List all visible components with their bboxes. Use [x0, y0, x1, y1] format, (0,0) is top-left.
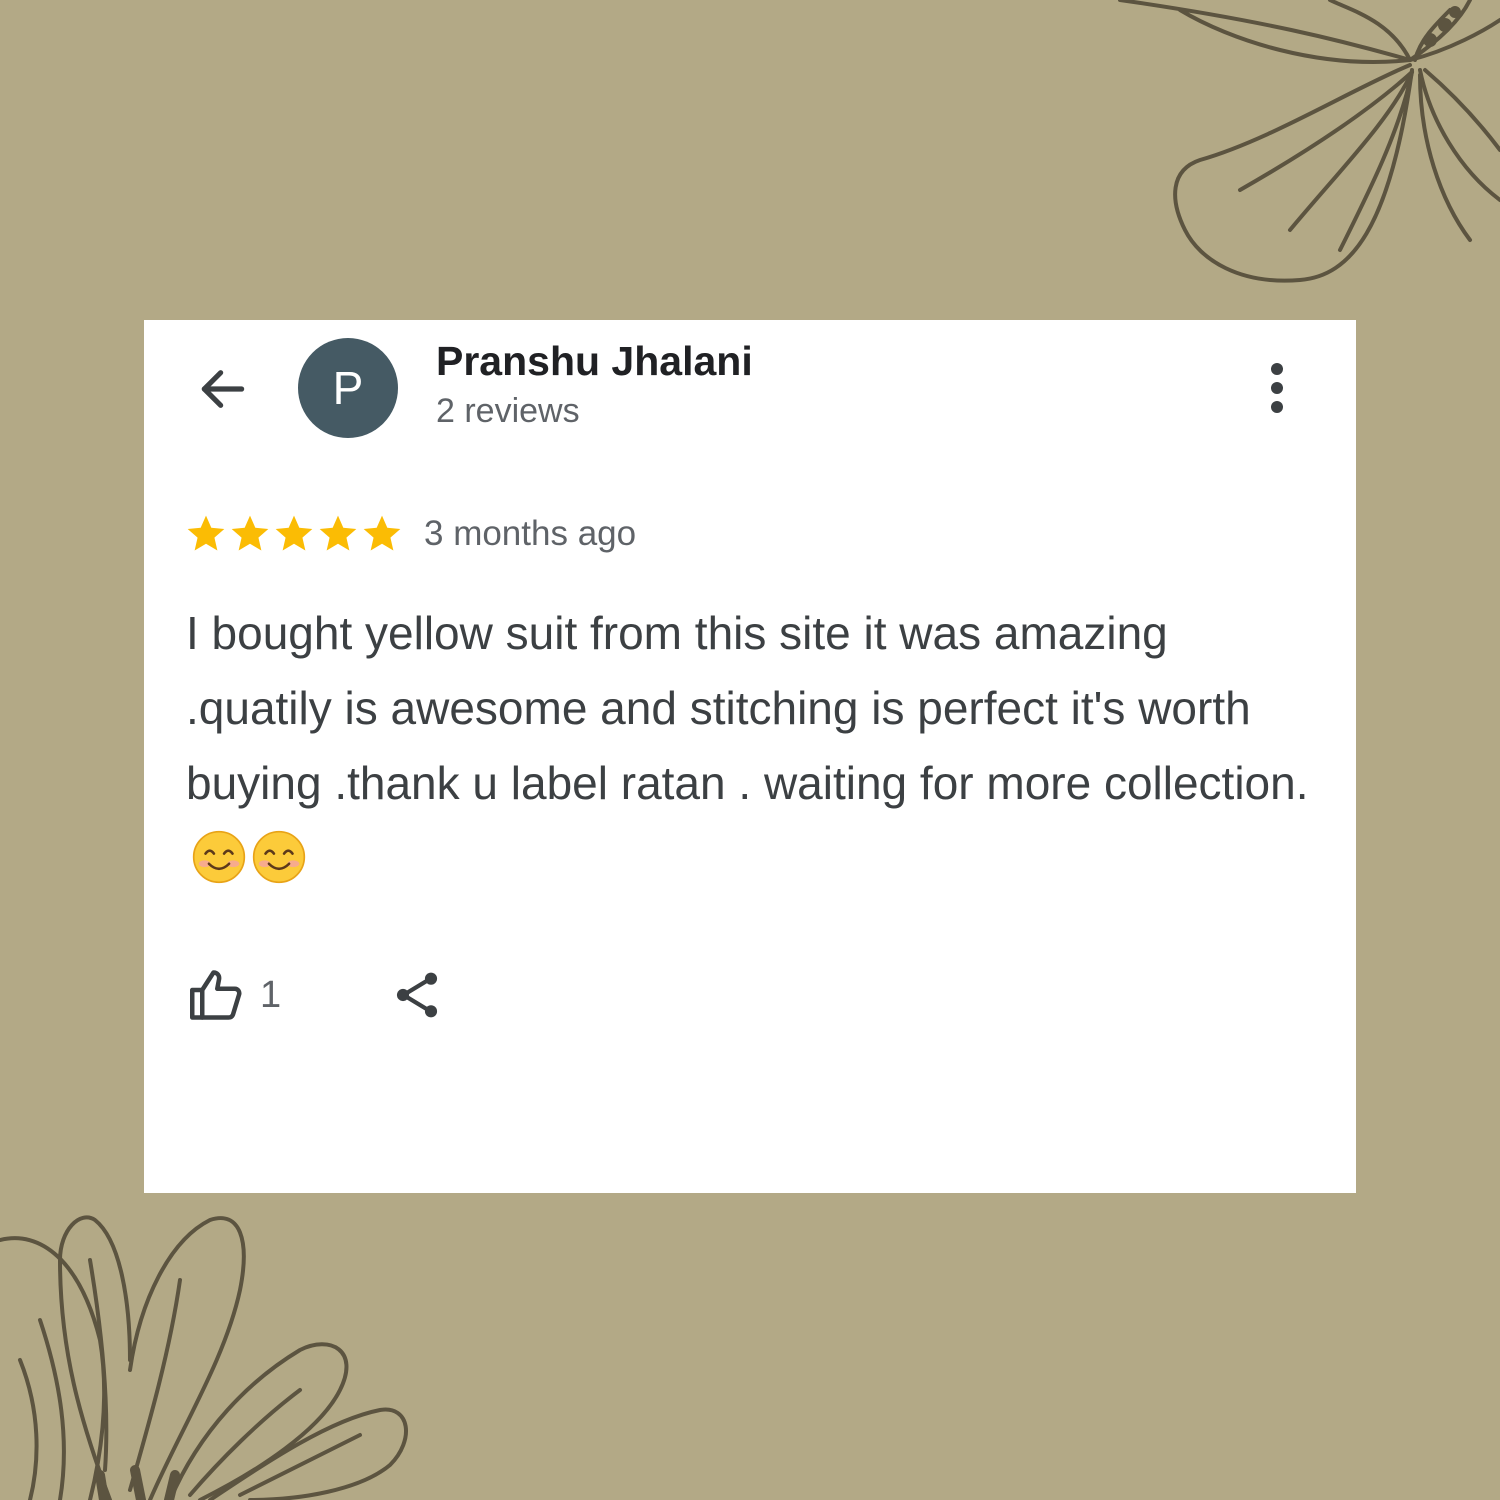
smiling-face-icon [192, 830, 246, 884]
thumbs-up-icon [190, 970, 242, 1020]
star-icon [231, 515, 269, 551]
reviewer-name[interactable]: Pranshu Jhalani [436, 336, 753, 386]
star-icon [187, 515, 225, 551]
star-icon [275, 515, 313, 551]
share-button[interactable] [386, 962, 448, 1028]
share-icon [396, 972, 438, 1018]
star-rating [184, 512, 404, 556]
arrow-left-icon [201, 370, 245, 408]
like-count: 1 [260, 974, 282, 1016]
review-text: I bought yellow suit from this site it w… [186, 596, 1326, 896]
flower-decoration-icon [0, 1215, 408, 1500]
review-timestamp: 3 months ago [424, 514, 637, 553]
review-body: I bought yellow suit from this site it w… [186, 607, 1309, 809]
smiling-face-icon [252, 830, 306, 884]
like-button[interactable]: 1 [186, 962, 281, 1028]
star-icon [363, 515, 401, 551]
more-options-button[interactable] [1246, 356, 1308, 420]
avatar-initial: P [332, 362, 364, 414]
back-button[interactable] [192, 358, 254, 420]
flower-decoration-icon [1118, 0, 1500, 283]
avatar[interactable]: P [298, 338, 398, 438]
star-icon [319, 515, 357, 551]
more-vertical-icon [1271, 363, 1283, 413]
reviewer-review-count: 2 reviews [436, 392, 580, 430]
